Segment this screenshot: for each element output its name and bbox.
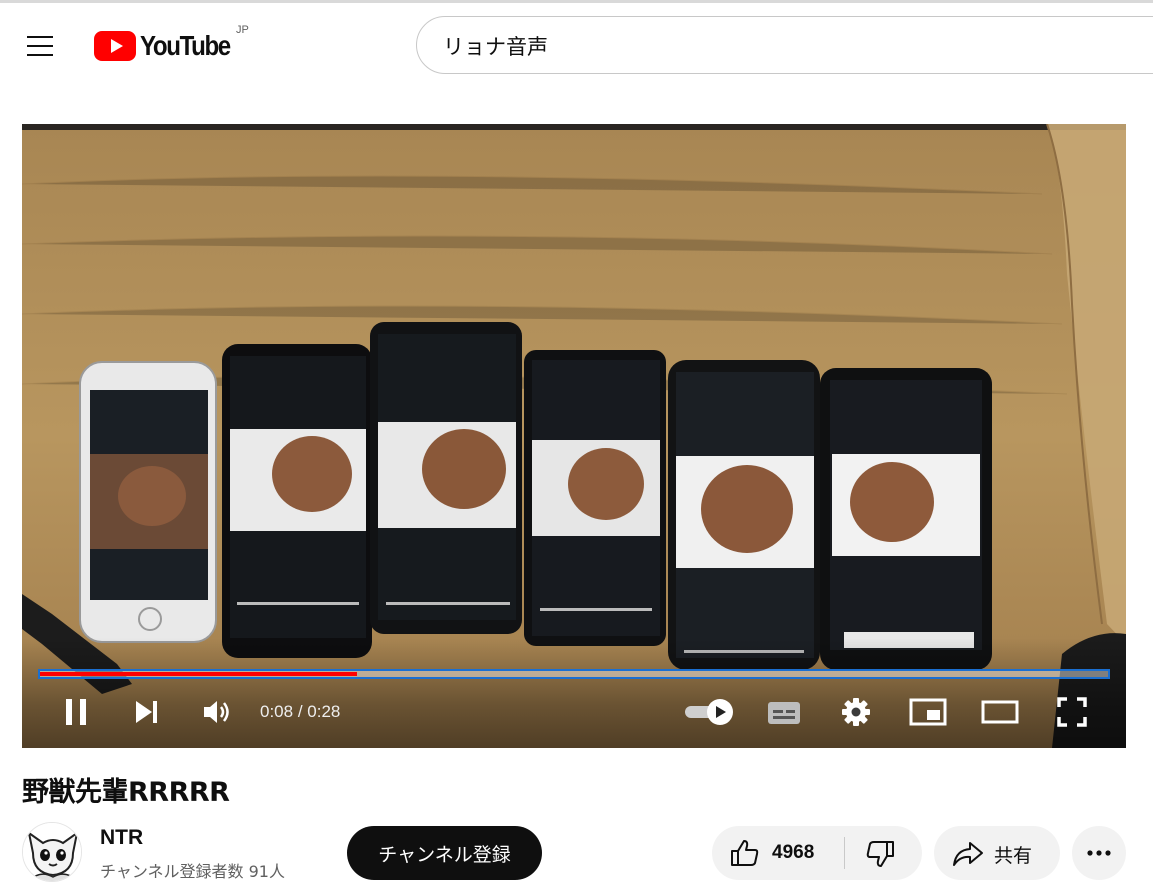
logo-wordmark: YouTube xyxy=(140,30,231,61)
thumbs-down-icon xyxy=(866,841,894,867)
top-border xyxy=(0,0,1153,3)
menu-icon-bar xyxy=(27,45,53,47)
miniplayer-button[interactable] xyxy=(906,694,950,730)
settings-icon xyxy=(842,698,870,726)
like-button[interactable]: 4968 xyxy=(712,826,844,880)
more-icon xyxy=(1087,850,1111,856)
time-display: 0:08 / 0:28 xyxy=(260,702,340,722)
time-total: 0:28 xyxy=(307,702,341,721)
fullscreen-button[interactable] xyxy=(1052,694,1092,730)
subscriber-count: チャンネル登録者数 91人 xyxy=(100,862,285,881)
autoplay-toggle-icon xyxy=(685,699,733,725)
share-icon xyxy=(953,842,983,866)
subscribe-button[interactable]: チャンネル登録 xyxy=(347,826,542,880)
next-button[interactable] xyxy=(126,694,166,730)
thumbs-up-icon xyxy=(731,840,759,866)
menu-icon-bar xyxy=(27,36,53,38)
time-separator: / xyxy=(293,702,308,721)
dislike-button[interactable] xyxy=(845,826,922,880)
more-actions-button[interactable] xyxy=(1072,826,1126,880)
progress-bar[interactable] xyxy=(38,669,1110,679)
like-dislike-group: 4968 xyxy=(712,826,922,880)
channel-avatar[interactable] xyxy=(22,822,82,882)
menu-button[interactable] xyxy=(20,28,60,64)
menu-icon-bar xyxy=(27,54,53,56)
controls-gradient xyxy=(22,638,1126,748)
youtube-play-icon xyxy=(94,31,136,61)
time-current: 0:08 xyxy=(260,702,294,721)
mute-button[interactable] xyxy=(196,694,236,730)
progress-played xyxy=(40,672,358,676)
like-count: 4968 xyxy=(772,842,815,863)
search-box[interactable] xyxy=(416,16,1153,74)
video-player[interactable]: 0:08 / 0:28 xyxy=(22,124,1126,748)
channel-name[interactable]: NTR xyxy=(100,826,143,850)
video-title: 野獣先輩RRRRR xyxy=(22,777,230,808)
theater-mode-button[interactable] xyxy=(978,694,1022,730)
miniplayer-icon xyxy=(909,698,947,726)
youtube-logo[interactable]: YouTube xyxy=(94,26,244,66)
settings-button[interactable] xyxy=(836,694,876,730)
search-input[interactable] xyxy=(441,29,1145,63)
fullscreen-icon xyxy=(1057,697,1087,727)
autoplay-toggle[interactable] xyxy=(680,694,740,730)
share-button[interactable]: 共有 xyxy=(934,826,1060,880)
subtitles-icon xyxy=(768,702,800,724)
next-icon xyxy=(136,701,157,723)
theater-icon xyxy=(981,700,1019,724)
pause-button[interactable] xyxy=(56,694,96,730)
country-code: JP xyxy=(236,24,249,36)
avatar-image xyxy=(23,823,81,881)
pause-icon xyxy=(66,699,86,725)
volume-icon xyxy=(204,701,229,723)
share-label: 共有 xyxy=(994,845,1033,867)
subtitles-button[interactable] xyxy=(764,694,804,730)
